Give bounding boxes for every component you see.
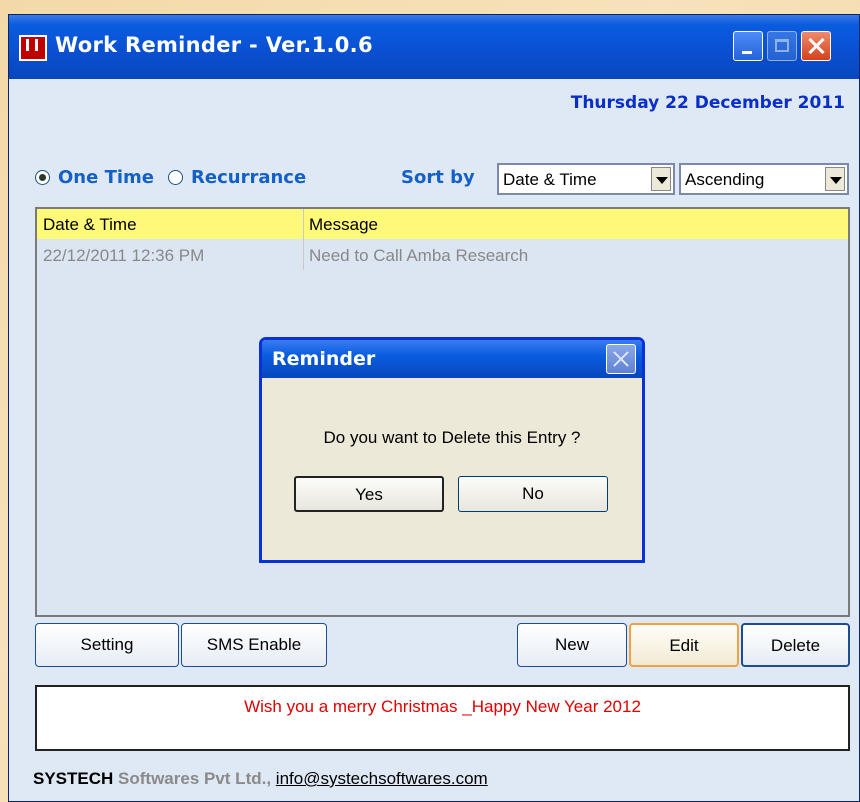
yes-button[interactable]: Yes bbox=[294, 476, 444, 512]
sort-field-select[interactable]: Date & Time bbox=[497, 163, 675, 195]
row-datetime: 22/12/2011 12:36 PM bbox=[43, 246, 205, 265]
footer-company: SYSTECH bbox=[33, 769, 114, 788]
sms-enable-button-label: SMS Enable bbox=[206, 635, 302, 654]
window-title: Work Reminder - Ver.1.0.6 bbox=[55, 33, 373, 57]
radio-one-time[interactable] bbox=[35, 169, 50, 185]
sort-order-select[interactable]: Ascending bbox=[679, 163, 849, 195]
row-message: Need to Call Amba Research bbox=[309, 246, 529, 265]
app-icon bbox=[19, 35, 47, 61]
setting-button[interactable]: Setting bbox=[35, 623, 179, 667]
sort-order-value: Ascending bbox=[685, 170, 765, 189]
chevron-down-icon[interactable] bbox=[651, 167, 671, 191]
footer-email-link[interactable]: info@systechsoftwares.com bbox=[276, 769, 488, 788]
minimize-icon[interactable] bbox=[733, 31, 763, 61]
dialog-close-icon[interactable] bbox=[606, 344, 636, 374]
column-header-message[interactable]: Message bbox=[309, 215, 378, 235]
sms-enable-button[interactable]: SMS Enable bbox=[181, 623, 327, 667]
dialog-message: Do you want to Delete this Entry ? bbox=[323, 428, 581, 447]
column-header-datetime[interactable]: Date & Time bbox=[43, 215, 137, 235]
radio-recurrance-label[interactable]: Recurrance bbox=[191, 167, 306, 188]
list-header: Date & Time Message bbox=[37, 209, 848, 239]
sort-by-label: Sort by bbox=[401, 167, 475, 188]
edit-button[interactable]: Edit bbox=[629, 623, 739, 667]
footer-company-rest: Softwares Pvt Ltd., bbox=[118, 769, 272, 788]
title-bar[interactable]: Work Reminder - Ver.1.0.6 bbox=[9, 15, 859, 79]
setting-button-label: Setting bbox=[80, 635, 134, 654]
edit-button-label: Edit bbox=[669, 636, 699, 655]
dialog-title: Reminder bbox=[272, 348, 376, 370]
mode-radio-group: One Time Recurrance bbox=[35, 163, 320, 191]
delete-button[interactable]: Delete bbox=[741, 623, 850, 667]
no-button[interactable]: No bbox=[458, 476, 608, 512]
reminder-dialog: Reminder Do you want to Delete this Entr… bbox=[259, 337, 645, 563]
greeting-message: Wish you a merry Christmas _Happy New Ye… bbox=[244, 697, 641, 716]
footer: SYSTECH Softwares Pvt Ltd., info@systech… bbox=[33, 769, 488, 789]
dialog-title-bar[interactable]: Reminder bbox=[262, 340, 642, 378]
sort-field-value: Date & Time bbox=[503, 170, 597, 189]
main-window: Work Reminder - Ver.1.0.6 Thursday 22 De… bbox=[8, 14, 860, 802]
greeting-message-box: Wish you a merry Christmas _Happy New Ye… bbox=[35, 685, 850, 751]
table-row[interactable]: 22/12/2011 12:36 PM Need to Call Amba Re… bbox=[37, 240, 848, 270]
new-button-label: New bbox=[554, 635, 589, 654]
chevron-down-icon[interactable] bbox=[825, 167, 845, 191]
delete-button-label: Delete bbox=[770, 636, 821, 655]
radio-recurrance[interactable] bbox=[168, 169, 184, 185]
radio-one-time-label[interactable]: One Time bbox=[58, 167, 154, 188]
new-button[interactable]: New bbox=[517, 623, 627, 667]
current-date: Thursday 22 December 2011 bbox=[570, 93, 845, 113]
close-icon[interactable] bbox=[801, 31, 831, 61]
maximize-icon[interactable] bbox=[767, 31, 797, 61]
